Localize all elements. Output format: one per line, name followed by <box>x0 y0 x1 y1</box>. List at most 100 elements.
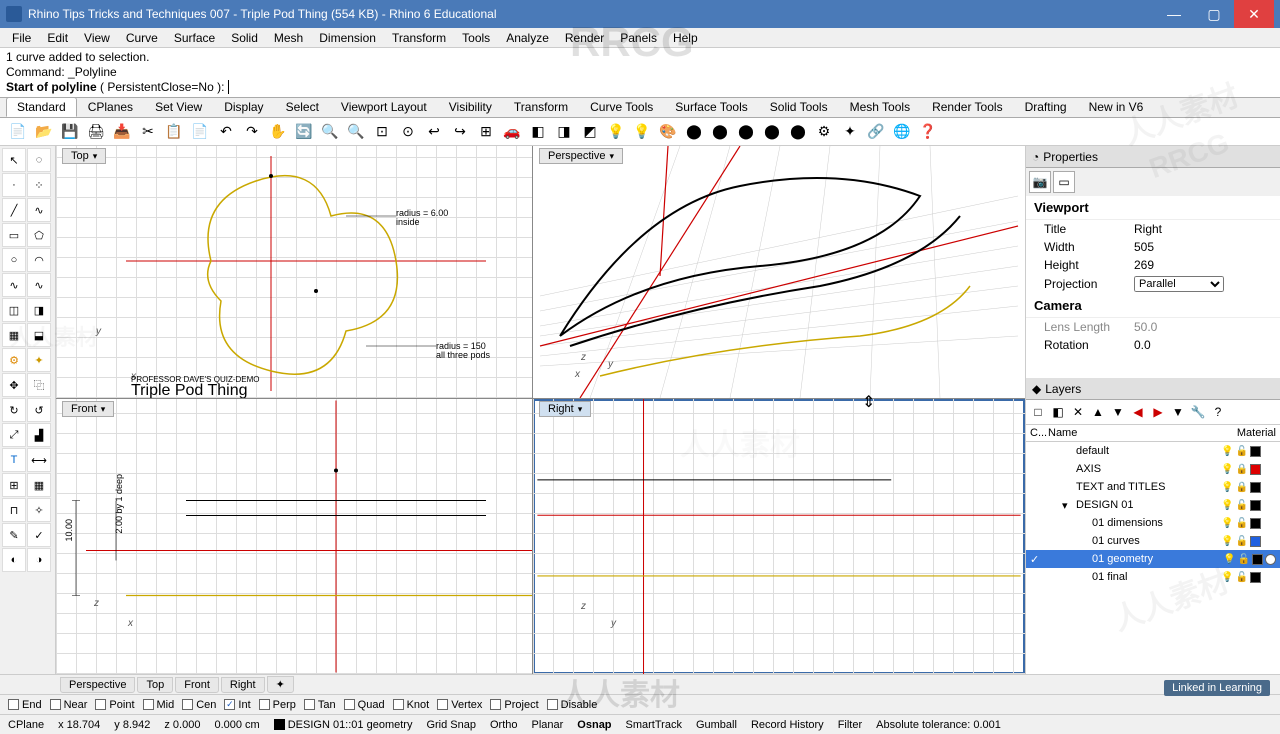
star-icon[interactable]: ✦ <box>27 348 51 372</box>
menu-help[interactable]: Help <box>665 29 706 47</box>
undo-icon[interactable]: ↶ <box>214 120 238 144</box>
move-icon[interactable]: ✥ <box>2 373 26 397</box>
status-planar[interactable]: Planar <box>532 719 564 731</box>
osnap-perp[interactable]: Perp <box>259 699 296 711</box>
maximize-button[interactable]: ▢ <box>1194 0 1234 28</box>
tab-curve-tools[interactable]: Curve Tools <box>579 97 664 117</box>
status-tolerance[interactable]: Absolute tolerance: 0.001 <box>876 719 1001 731</box>
osnap-cen[interactable]: Cen <box>182 699 216 711</box>
tool4-icon[interactable]: ◑ <box>27 548 51 572</box>
array-icon[interactable]: ⊞ <box>2 473 26 497</box>
menu-file[interactable]: File <box>4 29 39 47</box>
menu-view[interactable]: View <box>76 29 118 47</box>
filter-icon[interactable]: ▼ <box>1169 403 1187 421</box>
new-layer-icon[interactable]: □ <box>1029 403 1047 421</box>
delete-layer-icon[interactable]: ✕ <box>1069 403 1087 421</box>
tab-setview[interactable]: Set View <box>144 97 213 117</box>
right-icon[interactable]: ▶ <box>1149 403 1167 421</box>
menu-curve[interactable]: Curve <box>118 29 166 47</box>
rotate-icon[interactable]: 🔄 <box>292 120 316 144</box>
point-icon[interactable]: · <box>2 173 26 197</box>
osnap-tan[interactable]: Tan <box>304 699 336 711</box>
zoom-extents-icon[interactable]: ⊡ <box>370 120 394 144</box>
import-icon[interactable]: 📥 <box>110 120 134 144</box>
copy2-icon[interactable]: ⿻ <box>27 373 51 397</box>
menu-solid[interactable]: Solid <box>223 29 266 47</box>
status-smarttrack[interactable]: SmartTrack <box>626 719 682 731</box>
prop-rotation-value[interactable]: 0.0 <box>1134 338 1272 352</box>
viewport-front-title[interactable]: Front▾ <box>62 401 114 417</box>
new-icon[interactable]: 📄 <box>6 120 30 144</box>
sphere3-icon[interactable]: ⬤ <box>760 120 784 144</box>
curve-icon[interactable]: ∿ <box>2 273 26 297</box>
line-icon[interactable]: ╱ <box>2 198 26 222</box>
prop-tab-camera-icon[interactable]: 📷 <box>1029 171 1051 193</box>
up-icon[interactable]: ▲ <box>1089 403 1107 421</box>
menu-analyze[interactable]: Analyze <box>498 29 557 47</box>
tab-solid-tools[interactable]: Solid Tools <box>759 97 839 117</box>
zoom-window-icon[interactable]: 🔍 <box>344 120 368 144</box>
tab-display[interactable]: Display <box>213 97 274 117</box>
dim-icon[interactable]: ⟷ <box>27 448 51 472</box>
prop-height-value[interactable]: 269 <box>1134 258 1272 272</box>
help-icon[interactable]: ❓ <box>916 120 940 144</box>
redo-icon[interactable]: ↷ <box>240 120 264 144</box>
viewport-perspective[interactable]: Perspective▾ z y x <box>533 146 1025 398</box>
hide-icon[interactable]: 💡 <box>604 120 628 144</box>
curve2-icon[interactable]: ∿ <box>27 273 51 297</box>
prop-title-value[interactable]: Right <box>1134 222 1272 236</box>
rect-icon[interactable]: ▭ <box>2 223 26 247</box>
viewport-right-title[interactable]: Right▾ <box>539 401 591 417</box>
layers-header[interactable]: ◆ Layers <box>1026 378 1280 400</box>
viewport-right[interactable]: Right▾ z y <box>533 399 1025 674</box>
status-ortho[interactable]: Ortho <box>490 719 518 731</box>
layer-row[interactable]: TEXT and TITLES💡🔒 <box>1026 478 1280 496</box>
render-icon[interactable]: 🎨 <box>656 120 680 144</box>
points-icon[interactable]: ⁘ <box>27 173 51 197</box>
menu-mesh[interactable]: Mesh <box>266 29 311 47</box>
undo-view-icon[interactable]: ↩ <box>422 120 446 144</box>
menu-transform[interactable]: Transform <box>384 29 454 47</box>
viewport-front[interactable]: Front▾ z x 2.00 by 1 deep 10.00 <box>56 399 532 674</box>
gear-icon[interactable]: ⚙ <box>2 348 26 372</box>
layer-icon[interactable]: ◩ <box>578 120 602 144</box>
tab-viewport-layout[interactable]: Viewport Layout <box>330 97 438 117</box>
tab-cplanes[interactable]: CPlanes <box>77 97 144 117</box>
layer-help-icon[interactable]: ? <box>1209 403 1227 421</box>
mirror-icon[interactable]: ▟ <box>27 423 51 447</box>
btab-perspective[interactable]: Perspective <box>60 677 135 693</box>
paste-icon[interactable]: 📄 <box>188 120 212 144</box>
menu-render[interactable]: Render <box>557 29 612 47</box>
rotate2-icon[interactable]: ↻ <box>2 398 26 422</box>
down-icon[interactable]: ▼ <box>1109 403 1127 421</box>
extrude-icon[interactable]: ⬓ <box>27 323 51 347</box>
link-icon[interactable]: 🔗 <box>864 120 888 144</box>
zoom-icon[interactable]: 🔍 <box>318 120 342 144</box>
4view-icon[interactable]: ⊞ <box>474 120 498 144</box>
zoom-selected-icon[interactable]: ⊙ <box>396 120 420 144</box>
circle-icon[interactable]: ○ <box>2 248 26 272</box>
viewport-top[interactable]: Top▾ y x radius = 6.00 inside radius = 1… <box>56 146 532 398</box>
layer-row[interactable]: AXIS💡🔒 <box>1026 460 1280 478</box>
spark-icon[interactable]: ✦ <box>838 120 862 144</box>
close-button[interactable]: ✕ <box>1234 0 1274 28</box>
tool1-icon[interactable]: ✎ <box>2 523 26 547</box>
show-icon[interactable]: 💡 <box>630 120 654 144</box>
arc-icon[interactable]: ◠ <box>27 248 51 272</box>
menu-tools[interactable]: Tools <box>454 29 498 47</box>
shade-icon[interactable]: ⬤ <box>682 120 706 144</box>
btab-front[interactable]: Front <box>175 677 219 693</box>
cplane-icon[interactable]: ◧ <box>526 120 550 144</box>
prop-width-value[interactable]: 505 <box>1134 240 1272 254</box>
tool3-icon[interactable]: ◐ <box>2 548 26 572</box>
status-history[interactable]: Record History <box>751 719 824 731</box>
layer-row[interactable]: default💡🔓 <box>1026 442 1280 460</box>
viewport-perspective-title[interactable]: Perspective▾ <box>539 148 623 164</box>
layer-row[interactable]: 01 curves💡🔓 <box>1026 532 1280 550</box>
osnap-mid[interactable]: Mid <box>143 699 175 711</box>
car-icon[interactable]: 🚗 <box>500 120 524 144</box>
btab-right[interactable]: Right <box>221 677 265 693</box>
command-options[interactable]: ( PersistentClose=No ): <box>100 80 224 94</box>
mesh-icon[interactable]: ▦ <box>2 323 26 347</box>
tab-select[interactable]: Select <box>275 97 330 117</box>
